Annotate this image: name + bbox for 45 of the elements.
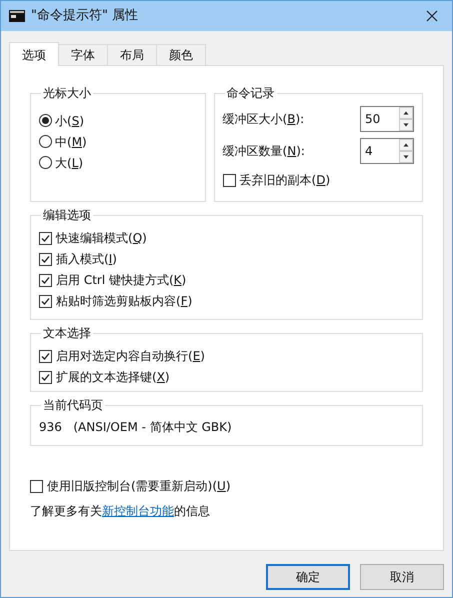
info-text: 了解更多有关新控制台功能的信息: [30, 503, 211, 520]
tab[interactable]: 字体: [59, 44, 108, 65]
checkbox-label: 启用 Ctrl 键快捷方式(K): [56, 272, 186, 289]
group-title: 当前代码页: [43, 398, 103, 412]
group-title: 文本选择: [43, 326, 91, 340]
tab[interactable]: 选项: [9, 42, 59, 66]
window-title: "命令提示符" 属性: [31, 7, 138, 26]
checkbox-label: 粘贴时筛选剪贴板内容(F): [56, 293, 192, 310]
spinner-value: 50: [365, 111, 380, 128]
radio-label: 大(L): [55, 154, 84, 172]
checkbox[interactable]: [39, 370, 52, 384]
spinner-label: 缓冲区大小(B):: [222, 111, 304, 128]
checkbox-label: 快速编辑模式(Q): [56, 230, 147, 247]
code-page-value: 936 (ANSI/OEM - 简体中文 GBK): [39, 420, 232, 434]
checkbox[interactable]: [39, 232, 52, 244]
spinner-label: 缓冲区数量(N):: [222, 143, 305, 160]
close-icon: [426, 10, 438, 22]
checkbox[interactable]: [39, 252, 52, 266]
checkbox-label: 使用旧版控制台(需要重新启动)(U): [47, 478, 231, 495]
checkbox-label: 丢弃旧的副本(D): [240, 172, 330, 189]
group-title: 光标大小: [43, 86, 91, 100]
checkbox[interactable]: [39, 294, 52, 308]
checkbox-label: 插入模式(I): [56, 251, 117, 268]
group-title: 编辑选项: [43, 208, 91, 222]
checkbox-label: 启用对选定内容自动换行(E): [56, 348, 205, 365]
radio-button[interactable]: [39, 135, 52, 148]
checkbox-label: 扩展的文本选择键(X): [56, 369, 170, 386]
tab[interactable]: 布局: [108, 44, 157, 65]
number-spinner[interactable]: 4: [360, 138, 414, 164]
checkbox[interactable]: [39, 274, 52, 286]
dialog-button[interactable]: 确定: [266, 564, 350, 590]
spinner-value: 4: [365, 143, 373, 160]
console-icon: [9, 10, 25, 22]
feature-link[interactable]: 新控制台功能: [102, 504, 174, 518]
checkbox[interactable]: [222, 174, 236, 186]
radio-label: 中(M): [55, 134, 87, 150]
number-spinner[interactable]: 50: [360, 106, 414, 132]
dialog-button[interactable]: 取消: [360, 564, 444, 590]
checkbox[interactable]: [39, 350, 52, 362]
radio-label: 小(S): [55, 112, 84, 130]
checkbox[interactable]: [30, 480, 43, 492]
radio-button[interactable]: [39, 156, 52, 169]
radio-button[interactable]: [39, 114, 52, 127]
group-title: 命令记录: [226, 86, 275, 100]
tab[interactable]: 颜色: [157, 44, 206, 65]
